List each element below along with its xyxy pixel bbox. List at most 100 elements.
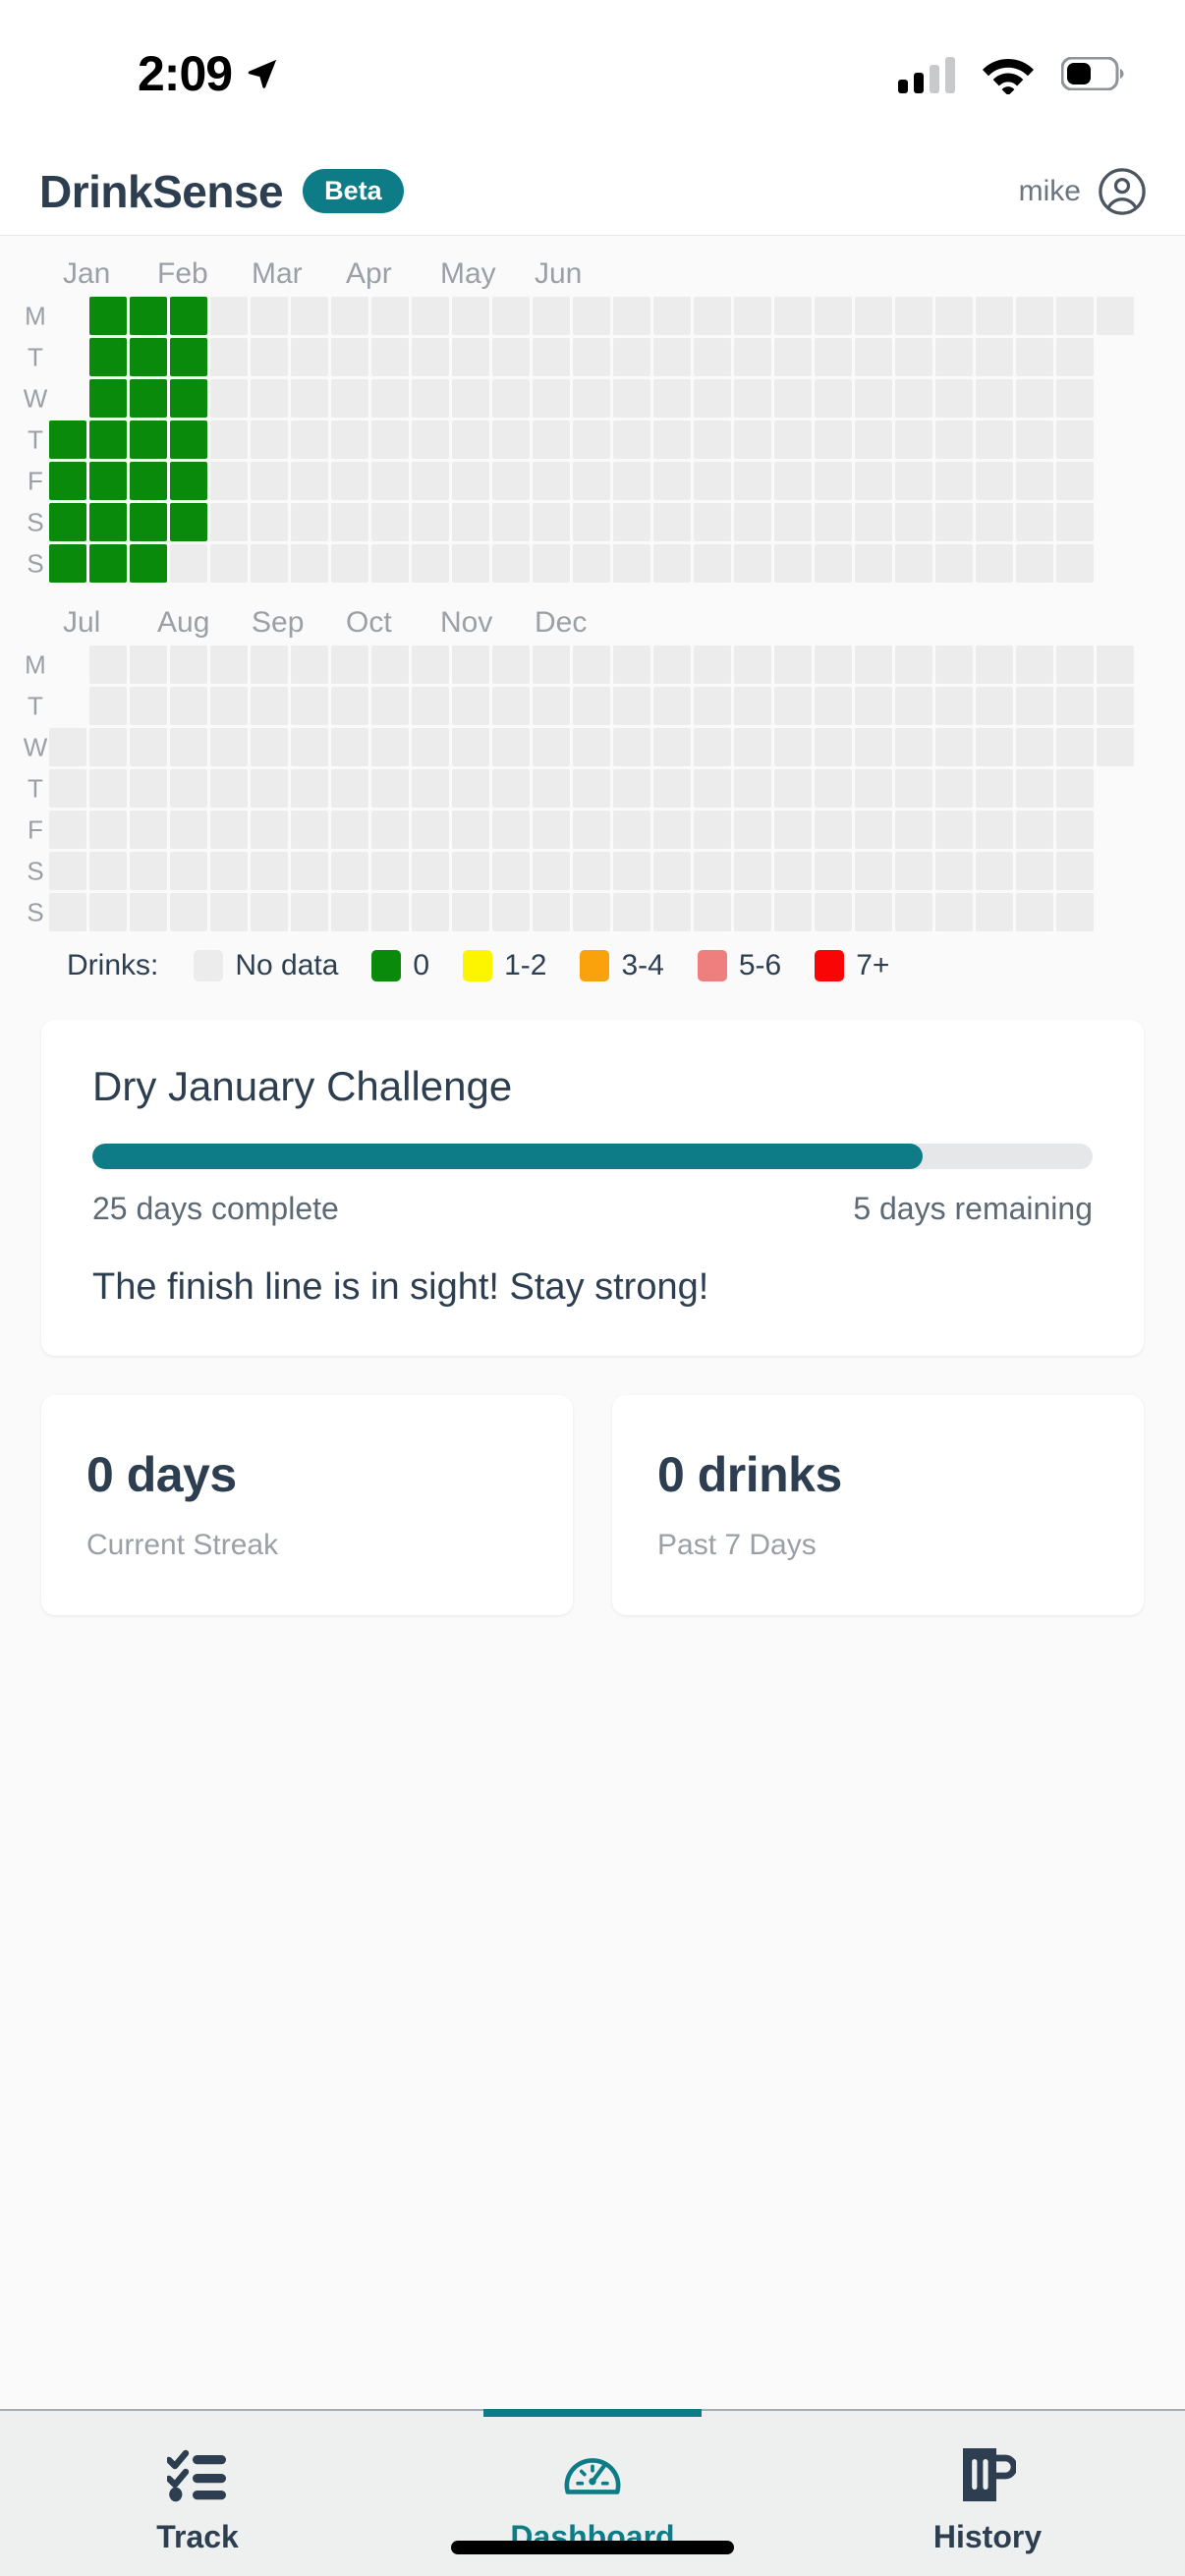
heatmap-cell[interactable] (895, 544, 932, 583)
heatmap-cell[interactable] (210, 893, 248, 931)
heatmap-cell[interactable] (371, 420, 409, 459)
heatmap-cell[interactable] (1056, 852, 1094, 890)
heatmap-cell[interactable] (533, 769, 570, 808)
heatmap-cell[interactable] (210, 462, 248, 500)
heatmap-cell[interactable] (492, 503, 530, 541)
heatmap-cell[interactable] (653, 852, 691, 890)
heatmap-cell[interactable] (130, 338, 167, 376)
heatmap-cell[interactable] (492, 687, 530, 725)
heatmap-cell[interactable] (734, 503, 771, 541)
heatmap-cell[interactable] (412, 852, 449, 890)
heatmap-cell[interactable] (734, 687, 771, 725)
heatmap-cell[interactable] (251, 893, 288, 931)
heatmap-cell[interactable] (1016, 728, 1053, 766)
heatmap-cell[interactable] (935, 811, 973, 849)
heatmap-cell[interactable] (251, 728, 288, 766)
heatmap-cell[interactable] (210, 544, 248, 583)
heatmap-cell[interactable] (130, 893, 167, 931)
heatmap-cell[interactable] (452, 420, 489, 459)
heatmap-cell[interactable] (371, 893, 409, 931)
heatmap-cell[interactable] (492, 338, 530, 376)
heatmap-cell[interactable] (89, 852, 127, 890)
heatmap-cell[interactable] (613, 297, 650, 335)
heatmap-cell[interactable] (533, 544, 570, 583)
heatmap-cell[interactable] (976, 379, 1013, 418)
heatmap-cell[interactable] (895, 769, 932, 808)
heatmap-cell[interactable] (49, 811, 86, 849)
heatmap-cell[interactable] (653, 811, 691, 849)
heatmap-cell[interactable] (694, 893, 731, 931)
heatmap-cell[interactable] (331, 379, 368, 418)
heatmap-cell[interactable] (1056, 769, 1094, 808)
heatmap-cell[interactable] (331, 338, 368, 376)
heatmap-cell[interactable] (331, 544, 368, 583)
heatmap-cell[interactable] (533, 893, 570, 931)
heatmap-cell[interactable] (694, 338, 731, 376)
heatmap-cell[interactable] (1016, 297, 1053, 335)
heatmap-cell[interactable] (49, 769, 86, 808)
heatmap-cell[interactable] (331, 769, 368, 808)
heatmap-cell[interactable] (371, 297, 409, 335)
heatmap-cell[interactable] (170, 728, 207, 766)
heatmap-cell[interactable] (371, 379, 409, 418)
heatmap-cell[interactable] (613, 893, 650, 931)
heatmap-cell[interactable] (1056, 728, 1094, 766)
heatmap-cell[interactable] (49, 503, 86, 541)
heatmap-cell[interactable] (573, 852, 610, 890)
heatmap-cell[interactable] (895, 503, 932, 541)
heatmap-cell[interactable] (170, 379, 207, 418)
heatmap-cell[interactable] (291, 462, 328, 500)
user-circle-icon[interactable] (1097, 166, 1148, 217)
heatmap-cell[interactable] (1056, 811, 1094, 849)
heatmap-cell[interactable] (130, 811, 167, 849)
heatmap-cell[interactable] (210, 687, 248, 725)
heatmap-cell[interactable] (855, 379, 892, 418)
nav-item-track[interactable]: Track (0, 2411, 395, 2576)
heatmap-cell[interactable] (1056, 503, 1094, 541)
heatmap-cell[interactable] (1016, 338, 1053, 376)
heatmap-cell[interactable] (895, 645, 932, 684)
heatmap-cell[interactable] (452, 379, 489, 418)
heatmap-cell[interactable] (492, 420, 530, 459)
heatmap-cell[interactable] (291, 503, 328, 541)
heatmap-cell[interactable] (855, 811, 892, 849)
heatmap-cell[interactable] (734, 462, 771, 500)
heatmap-cell[interactable] (815, 687, 852, 725)
heatmap-cell[interactable] (452, 338, 489, 376)
heatmap-cell[interactable] (774, 379, 812, 418)
heatmap-cell[interactable] (412, 338, 449, 376)
heatmap-cell[interactable] (694, 811, 731, 849)
heatmap-cell[interactable] (89, 645, 127, 684)
heatmap-cell[interactable] (291, 645, 328, 684)
heatmap-cell[interactable] (492, 379, 530, 418)
heatmap-cell[interactable] (371, 645, 409, 684)
heatmap-cell[interactable] (895, 379, 932, 418)
stat-card-current-streak[interactable]: 0 days Current Streak (41, 1395, 573, 1615)
heatmap-cell[interactable] (533, 338, 570, 376)
heatmap-cell[interactable] (492, 462, 530, 500)
heatmap-cell[interactable] (1056, 544, 1094, 583)
heatmap-cell[interactable] (935, 503, 973, 541)
heatmap-cell[interactable] (89, 811, 127, 849)
heatmap-cell[interactable] (895, 687, 932, 725)
heatmap-cell[interactable] (251, 811, 288, 849)
heatmap-cell[interactable] (613, 852, 650, 890)
heatmap-cell[interactable] (613, 503, 650, 541)
heatmap-cell[interactable] (1016, 645, 1053, 684)
heatmap-cell[interactable] (855, 852, 892, 890)
heatmap-cell[interactable] (533, 645, 570, 684)
heatmap-cell[interactable] (1016, 379, 1053, 418)
heatmap-cell[interactable] (291, 728, 328, 766)
heatmap-cell[interactable] (251, 645, 288, 684)
heatmap-cell[interactable] (573, 544, 610, 583)
heatmap-cell[interactable] (815, 544, 852, 583)
heatmap-cell[interactable] (89, 769, 127, 808)
heatmap-cell[interactable] (976, 338, 1013, 376)
heatmap-cell[interactable] (452, 645, 489, 684)
heatmap-cell[interactable] (170, 687, 207, 725)
heatmap-cell[interactable] (734, 769, 771, 808)
heatmap-cell[interactable] (533, 297, 570, 335)
heatmap-cell[interactable] (976, 769, 1013, 808)
heatmap-cell[interactable] (331, 297, 368, 335)
heatmap-cell[interactable] (452, 687, 489, 725)
